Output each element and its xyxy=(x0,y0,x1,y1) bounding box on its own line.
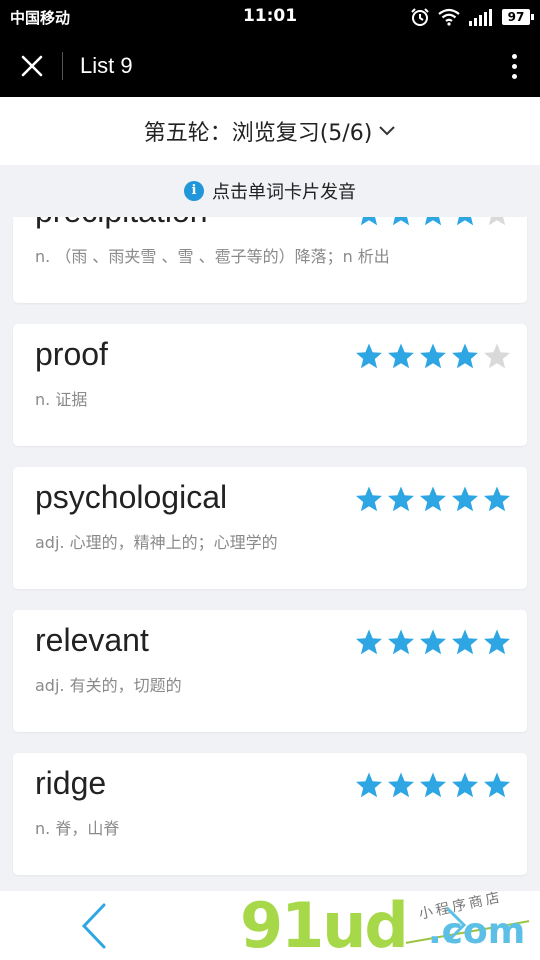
star-filled-icon xyxy=(356,486,382,512)
word-meaning: adj. 心理的，精神上的；心理学的 xyxy=(35,533,278,552)
chevron-down-icon xyxy=(379,126,395,136)
more-dot-icon xyxy=(511,73,517,79)
signal-icon xyxy=(469,9,492,26)
star-filled-icon xyxy=(420,772,446,798)
tip-text: 点击单词卡片发音 xyxy=(212,182,356,203)
star-filled-icon xyxy=(484,629,510,655)
watermark-text: 91ud xyxy=(240,889,409,960)
word-card[interactable]: relevant adj. 有关的，切题的 xyxy=(13,610,527,732)
word-card[interactable]: precipitation n. （雨 、雨夹雪 、雪 、雹子等的）降落；n 析… xyxy=(13,217,527,303)
bottom-bar: 91ud 小程序商店 .com xyxy=(0,889,540,960)
star-filled-icon xyxy=(452,486,478,512)
star-rating xyxy=(355,485,511,513)
star-empty-icon xyxy=(488,217,506,226)
star-filled-icon xyxy=(424,217,442,226)
star-rating xyxy=(355,771,511,799)
star-filled-icon xyxy=(360,217,378,226)
word-meaning: n. （雨 、雨夹雪 、雪 、雹子等的）降落；n 析出 xyxy=(35,247,390,266)
star-filled-icon xyxy=(452,343,478,369)
word-text: relevant xyxy=(35,622,149,658)
round-selector[interactable]: 第五轮：浏览复习(5/6) xyxy=(0,97,540,165)
word-list[interactable]: precipitation n. （雨 、雨夹雪 、雪 、雹子等的）降落；n 析… xyxy=(0,217,540,891)
battery-icon: 97 xyxy=(502,9,534,25)
word-text: psychological xyxy=(35,479,228,515)
star-rating xyxy=(355,217,511,227)
star-rating xyxy=(355,342,511,370)
word-card[interactable]: proof n. 证据 xyxy=(13,324,527,446)
close-icon xyxy=(21,55,43,77)
status-bar: 中国移动 11:01 97 xyxy=(0,0,540,34)
star-empty-icon xyxy=(484,343,510,369)
more-menu-button[interactable] xyxy=(504,48,524,84)
word-text: proof xyxy=(35,336,108,372)
star-filled-icon xyxy=(452,772,478,798)
more-dot-icon xyxy=(511,63,517,69)
status-icons: 97 xyxy=(410,7,534,27)
word-meaning: n. 脊，山脊 xyxy=(35,819,120,838)
star-filled-icon xyxy=(388,629,414,655)
star-filled-icon xyxy=(456,217,474,226)
wifi-icon xyxy=(438,8,460,26)
nav-bar: List 9 xyxy=(0,34,540,97)
alarm-icon xyxy=(411,8,429,26)
star-filled-icon xyxy=(420,343,446,369)
star-filled-icon xyxy=(388,343,414,369)
round-title: 第五轮：浏览复习(5/6) xyxy=(143,121,373,146)
chevron-left-icon xyxy=(81,903,106,949)
more-dot-icon xyxy=(511,53,517,59)
star-filled-icon xyxy=(388,772,414,798)
close-button[interactable] xyxy=(14,48,50,84)
star-filled-icon xyxy=(356,629,382,655)
nav-divider xyxy=(62,52,63,80)
word-meaning: n. 证据 xyxy=(35,390,88,409)
info-icon: i xyxy=(184,181,204,201)
star-filled-icon xyxy=(356,343,382,369)
star-filled-icon xyxy=(420,629,446,655)
star-filled-icon xyxy=(356,772,382,798)
watermark-logo: 91ud 小程序商店 .com xyxy=(240,889,540,960)
star-filled-icon xyxy=(392,217,410,226)
word-text: ridge xyxy=(35,765,107,801)
word-text: precipitation xyxy=(35,217,208,230)
star-filled-icon xyxy=(388,486,414,512)
star-rating xyxy=(355,628,511,656)
star-filled-icon xyxy=(420,486,446,512)
word-card[interactable]: ridge n. 脊，山脊 xyxy=(13,753,527,875)
word-meaning: adj. 有关的，切题的 xyxy=(35,676,182,695)
star-filled-icon xyxy=(484,486,510,512)
star-filled-icon xyxy=(484,772,510,798)
word-card[interactable]: psychological adj. 心理的，精神上的；心理学的 xyxy=(13,467,527,589)
previous-button[interactable] xyxy=(76,901,116,951)
tip-banner: i 点击单词卡片发音 xyxy=(0,165,540,217)
page-title: List 9 xyxy=(80,53,133,78)
star-filled-icon xyxy=(452,629,478,655)
watermark-domain: .com xyxy=(428,911,526,952)
